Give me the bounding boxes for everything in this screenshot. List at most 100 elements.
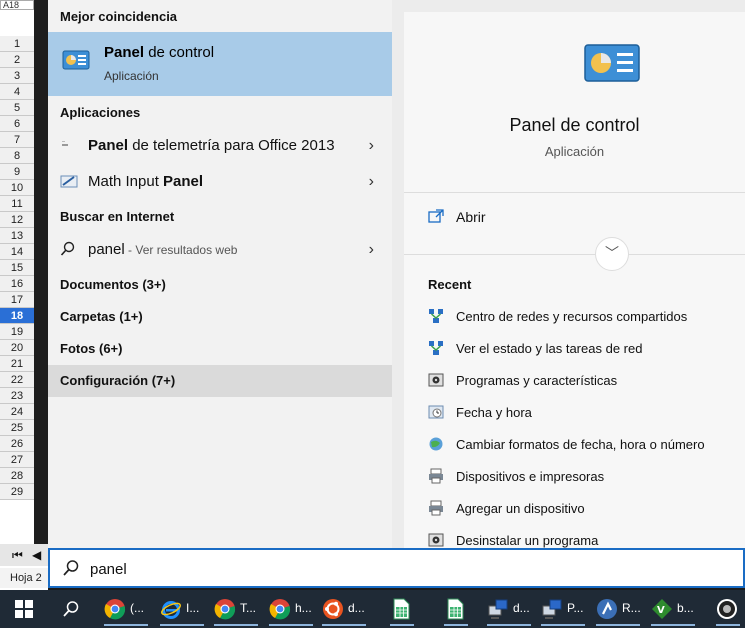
row-number[interactable]: 19 (0, 324, 34, 340)
row-number[interactable]: 18 (0, 308, 34, 324)
row-number[interactable]: 24 (0, 404, 34, 420)
row-number[interactable]: 15 (0, 260, 34, 276)
running-indicator (160, 624, 204, 626)
preview-title: Panel de control (509, 115, 640, 135)
recent-item[interactable]: Ver el estado y las tareas de red (428, 338, 738, 362)
printer-icon (428, 500, 444, 521)
row-number[interactable]: 8 (0, 148, 34, 164)
row-number[interactable]: 3 (0, 68, 34, 84)
taskbar-item[interactable]: d... (322, 596, 366, 626)
row-number[interactable]: 23 (0, 388, 34, 404)
row-number[interactable]: 11 (0, 196, 34, 212)
row-number[interactable]: 17 (0, 292, 34, 308)
open-action[interactable]: Abrir (428, 209, 486, 226)
chevron-right-icon[interactable]: › (369, 173, 374, 191)
row-number[interactable]: 25 (0, 420, 34, 436)
best-match-item[interactable]: Panel de control Aplicación (48, 32, 392, 96)
taskbar-item[interactable]: (... (104, 596, 148, 626)
clock-icon (428, 404, 444, 425)
chrome-icon (214, 598, 236, 620)
row-number[interactable]: 16 (0, 276, 34, 292)
row-number[interactable]: 22 (0, 372, 34, 388)
row-number[interactable]: 7 (0, 132, 34, 148)
best-match-heading: Mejor coincidencia (60, 9, 178, 24)
search-icon (60, 241, 76, 262)
category-photos[interactable]: Fotos (6+) (48, 333, 392, 365)
recent-item-label: Agregar un dispositivo (456, 501, 585, 516)
cell-reference-box[interactable]: A18 (0, 0, 34, 10)
windows-start-icon[interactable] (15, 600, 33, 623)
row-number[interactable]: 5 (0, 100, 34, 116)
taskbar-search-icon[interactable] (62, 600, 80, 623)
taskbar-item[interactable]: R... (596, 596, 641, 626)
chevron-right-icon[interactable]: › (369, 137, 374, 155)
preview-header: Panel de control Aplicación (404, 12, 745, 192)
row-number[interactable]: 14 (0, 244, 34, 260)
category-label: Fotos (6+) (60, 341, 123, 356)
chrome-icon (269, 598, 291, 620)
category-documents[interactable]: Documentos (3+) (48, 269, 392, 301)
taskbar-item[interactable]: h... (269, 596, 313, 626)
row-number[interactable]: 27 (0, 452, 34, 468)
row-number[interactable]: 13 (0, 228, 34, 244)
category-folders[interactable]: Carpetas (1+) (48, 301, 392, 333)
taskbar-item-label: (... (130, 601, 144, 615)
control-panel-large-icon (584, 44, 640, 89)
category-label: Carpetas (1+) (60, 309, 143, 324)
taskbar-item[interactable]: T... (214, 596, 258, 626)
ubuntu-icon (322, 598, 344, 620)
taskbar-item[interactable]: P... (541, 596, 585, 626)
taskbar-item[interactable] (444, 596, 468, 626)
row-number[interactable]: 2 (0, 52, 34, 68)
taskbar-item-label: T... (240, 601, 257, 615)
row-number[interactable]: 1 (0, 36, 34, 52)
taskbar-item-label: d... (348, 601, 365, 615)
row-number[interactable]: 21 (0, 356, 34, 372)
chevron-right-icon[interactable]: › (369, 241, 374, 259)
row-number[interactable]: 9 (0, 164, 34, 180)
search-input[interactable] (88, 557, 692, 581)
row-number[interactable]: 4 (0, 84, 34, 100)
printer-icon (428, 468, 444, 489)
first-sheet-icon[interactable]: ⏮ (12, 548, 23, 563)
globe-icon (428, 436, 444, 457)
recent-item[interactable]: Dispositivos e impresoras (428, 466, 738, 490)
chrome-icon (104, 598, 126, 620)
taskbar-item[interactable] (716, 596, 740, 626)
search-bar[interactable] (48, 548, 745, 588)
row-number[interactable]: 10 (0, 180, 34, 196)
taskbar-item[interactable]: I... (160, 596, 204, 626)
programs-icon (428, 372, 444, 393)
category-settings[interactable]: Configuración (7+) (48, 365, 392, 397)
category-label: Configuración (7+) (60, 373, 176, 388)
expand-button[interactable]: ﹀ (595, 237, 629, 271)
recent-item[interactable]: Agregar un dispositivo (428, 498, 738, 522)
row-number[interactable]: 20 (0, 340, 34, 356)
web-search-label: panel - Ver resultados web (88, 241, 238, 258)
recent-item[interactable]: Fecha y hora (428, 402, 738, 426)
row-number[interactable]: 12 (0, 212, 34, 228)
taskbar-item[interactable]: d... (487, 596, 531, 626)
web-search-item[interactable]: panel - Ver resultados web › (48, 233, 392, 267)
running-indicator (322, 624, 366, 626)
network-icon (428, 340, 444, 361)
prev-sheet-icon[interactable]: ◀ (32, 548, 41, 562)
app-item-math-input[interactable]: Math Input Panel › (48, 165, 392, 199)
pane-gap-top (404, 0, 745, 12)
row-number[interactable]: 26 (0, 436, 34, 452)
row-number[interactable]: 6 (0, 116, 34, 132)
recent-item-label: Dispositivos e impresoras (456, 469, 605, 484)
running-indicator (104, 624, 148, 626)
row-number[interactable]: 29 (0, 484, 34, 500)
row-number[interactable]: 28 (0, 468, 34, 484)
taskbar-item[interactable]: Vb... (651, 596, 695, 626)
taskbar-item[interactable] (390, 596, 414, 626)
running-indicator (444, 624, 468, 626)
recent-item[interactable]: Centro de redes y recursos compartidos (428, 306, 738, 330)
sheet-navigation: ⏮ ◀ (0, 544, 48, 566)
sheet-tab[interactable]: Hoja 2 (0, 568, 48, 588)
recent-item[interactable]: Cambiar formatos de fecha, hora o número (428, 434, 738, 458)
recent-item[interactable]: Programas y características (428, 370, 738, 394)
app-label: Panel de telemetría para Office 2013 (88, 137, 335, 154)
app-item-telemetry[interactable]: Panel de telemetría para Office 2013 › (48, 129, 392, 163)
